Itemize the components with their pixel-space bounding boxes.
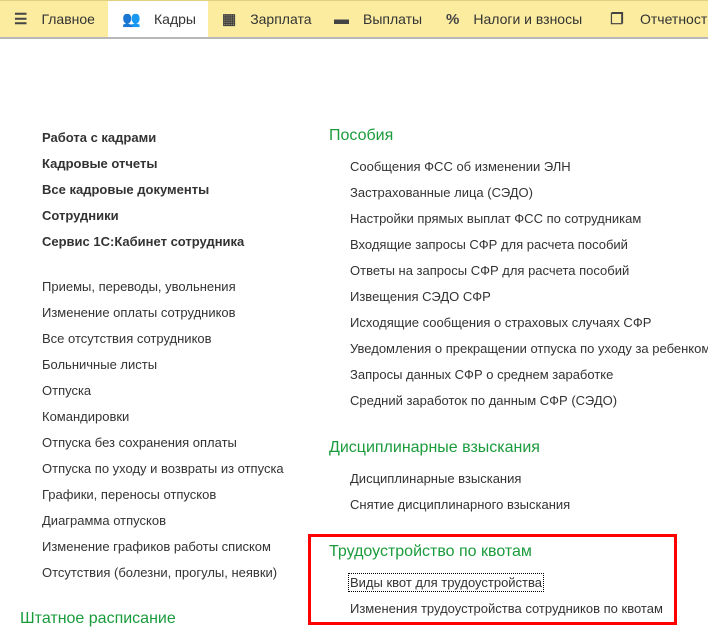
nav-link[interactable]: Отпуска по уходу и возвраты из отпуска bbox=[42, 461, 284, 476]
tab-salary[interactable]: ▦ Зарплата bbox=[208, 1, 320, 37]
nav-link[interactable]: Сообщения ФСС об изменении ЭЛН bbox=[350, 159, 571, 174]
nav-link[interactable]: Диаграмма отпусков bbox=[42, 513, 166, 528]
people-icon: 👥 bbox=[122, 11, 141, 28]
nav-link[interactable]: Снятие дисциплинарного взыскания bbox=[350, 497, 570, 512]
nav-link[interactable]: Извещения СЭДО СФР bbox=[350, 289, 491, 304]
tab-reports[interactable]: ❐ Отчетность bbox=[594, 1, 708, 37]
nav-link[interactable]: Отсутствия (болезни, прогулы, неявки) bbox=[42, 565, 277, 580]
nav-link[interactable]: Застрахованные лица (СЭДО) bbox=[350, 185, 533, 200]
section-heading-staffing: Штатное расписание bbox=[20, 610, 176, 627]
nav-link[interactable]: Ответы на запросы СФР для расчета пособи… bbox=[350, 263, 629, 278]
nav-link[interactable]: Больничные листы bbox=[42, 357, 157, 372]
nav-link-bold[interactable]: Сотрудники bbox=[42, 208, 119, 223]
nav-link[interactable]: Изменения трудоустройства сотрудников по… bbox=[350, 601, 663, 616]
nav-link[interactable]: Средний заработок по данным СФР (СЭДО) bbox=[350, 393, 617, 408]
calculator-icon: ▦ bbox=[222, 11, 237, 28]
nav-link-bold[interactable]: Сервис 1С:Кабинет сотрудника bbox=[42, 234, 244, 249]
nav-link[interactable]: Командировки bbox=[42, 409, 129, 424]
tab-payments[interactable]: ▬ Выплаты bbox=[320, 1, 432, 37]
nav-link[interactable]: Изменение оплаты сотрудников bbox=[42, 305, 236, 320]
nav-link[interactable]: Исходящие сообщения о страховых случаях … bbox=[350, 315, 651, 330]
nav-link[interactable]: Все отсутствия сотрудников bbox=[42, 331, 212, 346]
section-heading-discipline: Дисциплинарные взыскания bbox=[329, 439, 540, 456]
tab-taxes[interactable]: % Налоги и взносы bbox=[432, 1, 594, 37]
nav-link[interactable]: Отпуска bbox=[42, 383, 91, 398]
nav-link[interactable]: Входящие запросы СФР для расчета пособий bbox=[350, 237, 628, 252]
wallet-icon: ▬ bbox=[334, 10, 349, 28]
section-heading-benefits: Пособия bbox=[329, 127, 394, 144]
nav-link[interactable]: Запросы данных СФР о среднем заработке bbox=[350, 367, 613, 382]
tab-main[interactable]: ☰ Главное bbox=[0, 1, 108, 37]
nav-link[interactable]: Настройки прямых выплат ФСС по сотрудник… bbox=[350, 211, 641, 226]
nav-link-bold[interactable]: Все кадровые документы bbox=[42, 182, 209, 197]
sections-panel: ☰ Главное 👥 Кадры ▦ Зарплата ▬ Выплаты % Нало… bbox=[0, 0, 708, 39]
documents-icon: ❐ bbox=[610, 11, 624, 28]
nav-link-bold[interactable]: Работа с кадрами bbox=[42, 130, 156, 145]
menu-icon: ☰ bbox=[14, 11, 28, 28]
section-heading-quotas: Трудоустройство по квотам bbox=[329, 543, 532, 560]
nav-link[interactable]: Отпуска без сохранения оплаты bbox=[42, 435, 237, 450]
nav-link[interactable]: Виды квот для трудоустройства bbox=[347, 573, 545, 592]
nav-link-bold[interactable]: Кадровые отчеты bbox=[42, 156, 157, 171]
nav-link[interactable]: Дисциплинарные взыскания bbox=[350, 471, 521, 486]
percent-icon: % bbox=[446, 10, 460, 28]
nav-link[interactable]: Графики, переносы отпусков bbox=[42, 487, 216, 502]
nav-link[interactable]: Уведомления о прекращении отпуска по ухо… bbox=[350, 341, 708, 356]
nav-link[interactable]: Приемы, переводы, увольнения bbox=[42, 279, 236, 294]
nav-link[interactable]: Изменение графиков работы списком bbox=[42, 539, 271, 554]
tab-hr[interactable]: 👥 Кадры bbox=[108, 1, 208, 37]
